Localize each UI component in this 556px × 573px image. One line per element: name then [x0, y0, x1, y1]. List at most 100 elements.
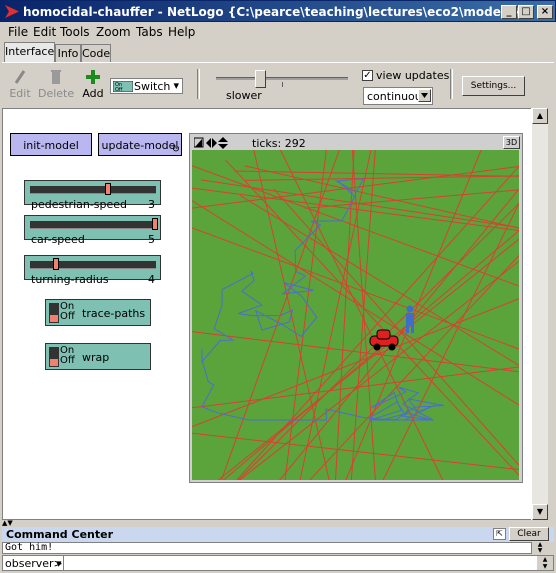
switch-off-label: Off — [60, 311, 75, 322]
output-scrollbar[interactable]: ▲ ▼ — [532, 542, 548, 554]
add-button[interactable]: Add — [78, 67, 108, 103]
forever-icon: ↻ — [171, 144, 180, 155]
car-trail-paths — [192, 150, 519, 480]
3d-button[interactable]: 3D — [503, 136, 520, 149]
delete-label: Delete — [38, 87, 75, 100]
switch-trace-paths[interactable]: On Off trace-paths — [45, 299, 151, 326]
slider-value: 3 — [148, 198, 155, 211]
car-trail-segment — [218, 238, 519, 480]
view-updates-label: view updates — [376, 69, 450, 82]
widget-type-dropdown[interactable]: On Off Switch ▾ — [110, 78, 183, 94]
view-updates-checkbox[interactable]: ✓ — [362, 70, 373, 81]
tab-code[interactable]: Code — [81, 44, 111, 62]
tab-interface[interactable]: Interface — [4, 42, 55, 62]
add-label: Add — [82, 87, 104, 100]
speed-slider-track[interactable] — [216, 77, 348, 80]
view-control-arrows-icon[interactable] — [194, 137, 230, 149]
car-trail-segment — [192, 432, 519, 471]
car-trail-segment — [299, 150, 372, 480]
edit-label: Edit — [9, 87, 31, 100]
minimize-button[interactable]: _ — [501, 5, 517, 19]
chevron-down-icon: ▾ — [173, 79, 179, 92]
observer-prompt[interactable]: observer> — [5, 557, 63, 570]
world-paths — [192, 150, 519, 480]
plus-icon — [86, 70, 100, 84]
toolbar-separator — [450, 69, 453, 99]
scroll-up-icon[interactable]: ▲ — [532, 108, 548, 124]
switch-name: trace-paths — [82, 307, 146, 320]
update-mode-select[interactable]: continuous — [363, 87, 433, 105]
settings-button[interactable]: Settings... — [462, 76, 525, 96]
init-model-button[interactable]: init-model — [10, 133, 92, 156]
clear-button[interactable]: Clear — [509, 527, 549, 541]
pedestrian-icon — [406, 305, 414, 333]
switch-toggle[interactable] — [49, 303, 59, 323]
slider-track — [30, 221, 156, 229]
slider-value: 5 — [148, 233, 155, 246]
pencil-icon — [14, 70, 26, 84]
switch-off-label: Off — [60, 355, 75, 366]
menu-zoom[interactable]: Zoom — [96, 25, 131, 39]
slider-name: turning-radius — [31, 273, 109, 286]
expand-icon[interactable]: ⇱ — [493, 528, 506, 540]
update-model-label: update-model — [101, 139, 179, 152]
vertical-scrollbar[interactable]: ▲ ▼ — [531, 108, 548, 520]
slider-turning-radius[interactable]: turning-radius 4 — [24, 255, 161, 286]
slider-track — [30, 186, 156, 194]
chevron-down-icon — [418, 89, 431, 102]
delete-button[interactable]: Delete — [38, 67, 74, 103]
slider-name: car-speed — [31, 233, 85, 246]
window-title: homocidal-chauffer - NetLogo {C:\pearce\… — [23, 5, 521, 19]
slider-knob[interactable] — [105, 183, 111, 195]
trash-icon — [51, 70, 61, 84]
car-trail-segment — [273, 188, 519, 466]
switch-wrap[interactable]: On Off wrap — [45, 343, 151, 370]
tab-info[interactable]: Info — [55, 44, 81, 62]
car-trail-segment — [245, 175, 519, 181]
command-output: Got him! — [2, 542, 532, 554]
command-input[interactable] — [63, 556, 537, 570]
close-button[interactable]: × — [537, 5, 553, 19]
car-trail-segment — [335, 150, 355, 480]
menu-tabs[interactable]: Tabs — [136, 25, 163, 39]
widget-type-label: Switch — [134, 80, 171, 93]
speed-tick — [282, 82, 283, 87]
title-bar: homocidal-chauffer - NetLogo {C:\pearce\… — [0, 0, 556, 22]
maximize-button[interactable]: □ — [518, 5, 534, 19]
scroll-down-icon[interactable]: ▼ — [532, 504, 548, 520]
slider-track — [30, 261, 156, 269]
svg-text:Off: Off — [115, 87, 123, 92]
command-center-header: Command Center ⇱ Clear — [2, 527, 554, 542]
slider-name: pedestrian-speed — [31, 198, 128, 211]
car-trail-segment — [223, 230, 519, 480]
menu-file[interactable]: File — [8, 25, 28, 39]
world-view[interactable] — [192, 150, 519, 480]
speed-label: slower — [226, 89, 262, 102]
command-input-row: observer> ▾ ▲ ▼ — [2, 555, 554, 571]
switch-widget-icon: OnOff — [113, 81, 133, 92]
car-trail-segment — [192, 165, 519, 287]
menu-bar: File Edit Tools Zoom Tabs Help — [0, 22, 556, 42]
slider-pedestrian-speed[interactable]: pedestrian-speed 3 — [24, 180, 161, 211]
switch-name: wrap — [82, 351, 110, 364]
car-trail-segment — [192, 227, 519, 350]
update-model-button[interactable]: update-model ↻ — [98, 133, 182, 156]
ticks-counter: ticks: 292 — [252, 137, 306, 150]
car-trail-segment — [192, 331, 519, 373]
menu-tools[interactable]: Tools — [60, 25, 90, 39]
slider-car-speed[interactable]: car-speed 5 — [24, 215, 161, 246]
menu-edit[interactable]: Edit — [33, 25, 56, 39]
toolbar-separator — [197, 69, 200, 99]
split-pane-divider[interactable]: ▲▼ — [2, 520, 554, 527]
slider-value: 4 — [148, 273, 155, 286]
menu-help[interactable]: Help — [168, 25, 195, 39]
slider-knob[interactable] — [53, 258, 59, 270]
history-scroll[interactable]: ▲ ▼ — [537, 556, 553, 570]
switch-toggle[interactable] — [49, 347, 59, 367]
edit-button[interactable]: Edit — [5, 67, 35, 103]
netlogo-logo-icon — [5, 5, 19, 18]
command-center-title: Command Center — [6, 528, 114, 541]
speed-slider-thumb[interactable] — [255, 70, 266, 88]
chevron-down-icon[interactable]: ▾ — [56, 557, 62, 570]
slider-knob[interactable] — [152, 218, 158, 230]
